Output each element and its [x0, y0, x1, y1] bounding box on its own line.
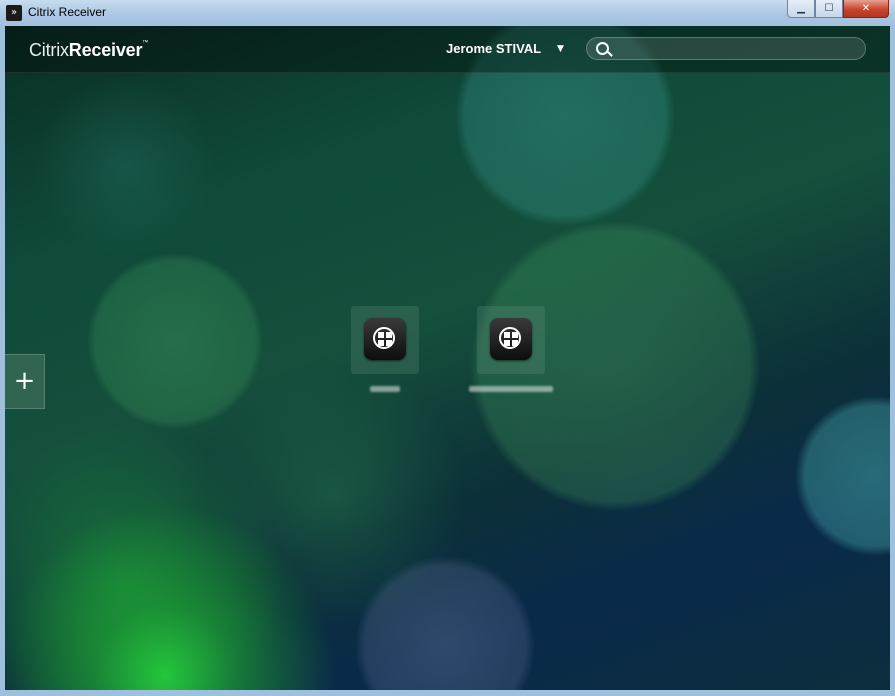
receiver-top-bar: CitrixReceiver™ Jerome STIVAL ▼: [5, 26, 890, 73]
maximize-button[interactable]: ☐: [815, 0, 843, 18]
window-controls: ▁ ☐ ✕: [787, 0, 889, 18]
logo-citrix-text: Citrix: [29, 40, 69, 60]
app-tile-frame[interactable]: [351, 306, 419, 374]
windows-logo-icon: [499, 327, 521, 349]
minimize-button[interactable]: ▁: [787, 0, 815, 18]
user-menu-name[interactable]: Jerome STIVAL: [446, 41, 541, 56]
window-titlebar: » Citrix Receiver ▁ ☐ ✕: [0, 0, 895, 26]
app-tile[interactable]: [456, 306, 566, 394]
search-input[interactable]: [613, 40, 862, 59]
receiver-client-area: CitrixReceiver™ Jerome STIVAL ▼ +: [5, 26, 890, 690]
citrix-receiver-icon[interactable]: »: [6, 5, 22, 21]
windows-desktop-icon[interactable]: [364, 318, 406, 360]
window-title: Citrix Receiver: [28, 5, 107, 19]
app-tile-label[interactable]: [456, 386, 566, 394]
citrix-receiver-logo: CitrixReceiver™: [29, 40, 148, 61]
app-label-redacted: [370, 386, 400, 392]
logo-trademark: ™: [142, 40, 149, 46]
app-tile-label[interactable]: [330, 386, 440, 394]
windows-desktop-icon[interactable]: [490, 318, 532, 360]
close-button[interactable]: ✕: [843, 0, 889, 18]
app-label-redacted: [469, 386, 553, 392]
search-icon[interactable]: [596, 42, 609, 55]
logo-receiver-text: Receiver: [68, 40, 143, 60]
windows-logo-icon: [373, 327, 395, 349]
user-menu-caret-icon[interactable]: ▼: [557, 44, 564, 54]
app-tile-frame[interactable]: [477, 306, 545, 374]
search-box[interactable]: [586, 37, 866, 60]
add-apps-button[interactable]: +: [5, 354, 45, 409]
app-tile[interactable]: [330, 306, 440, 394]
